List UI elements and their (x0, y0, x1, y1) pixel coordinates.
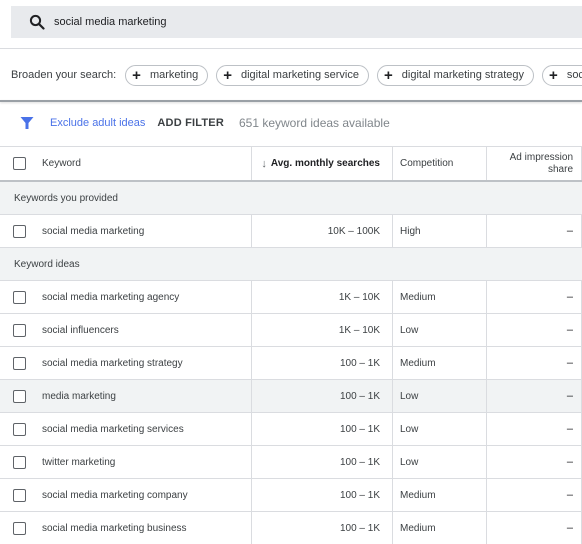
keyword-text: social media marketing strategy (42, 357, 183, 369)
filter-bar: Exclude adult ideas ADD FILTER 651 keywo… (20, 114, 390, 132)
avg-monthly-searches: 100 – 1K (252, 479, 393, 511)
avg-monthly-searches: 1K – 10K (252, 314, 393, 346)
avg-monthly-searches: 100 – 1K (252, 413, 393, 445)
competition: High (393, 215, 487, 247)
competition: Medium (393, 281, 487, 313)
ad-impression-share: – (566, 423, 573, 435)
ad-impression-share: – (566, 357, 573, 369)
keyword-table: Keyword ↓ Avg. monthly searches Competit… (0, 146, 582, 544)
competition: Low (393, 380, 487, 412)
search-icon (29, 14, 45, 30)
select-all-checkbox[interactable] (13, 157, 26, 170)
ad-impression-share: – (566, 324, 573, 336)
column-header-ad-impression-share[interactable]: Ad impression share (487, 147, 582, 180)
keyword-text: social media marketing business (42, 522, 187, 534)
column-label: Competition (400, 158, 454, 169)
avg-monthly-searches: 100 – 1K (252, 446, 393, 478)
group-header: Keyword ideas (0, 248, 582, 281)
avg-monthly-searches: 100 – 1K (252, 347, 393, 379)
broaden-chip[interactable]: + marketing (125, 64, 209, 86)
broaden-chip[interactable]: + social ma (542, 64, 582, 86)
ad-impression-share: – (566, 291, 573, 303)
avg-monthly-searches: 100 – 1K (252, 512, 393, 544)
keyword-ideas-count: 651 keyword ideas available (238, 116, 390, 130)
ad-impression-share: – (566, 225, 573, 237)
column-header-avg-monthly-searches[interactable]: ↓ Avg. monthly searches (252, 147, 393, 180)
chip-label: marketing (149, 69, 199, 81)
filter-icon[interactable] (20, 116, 34, 130)
table-header: Keyword ↓ Avg. monthly searches Competit… (0, 146, 582, 182)
plus-icon: + (384, 66, 393, 84)
competition: Medium (393, 512, 487, 544)
competition: Medium (393, 479, 487, 511)
ad-impression-share: – (566, 489, 573, 501)
keyword-text: social media marketing company (42, 489, 188, 501)
sort-down-icon: ↓ (261, 157, 267, 170)
competition: Low (393, 413, 487, 445)
column-header-keyword[interactable]: Keyword (0, 147, 252, 180)
search-input[interactable] (54, 16, 534, 28)
keyword-text: social media marketing services (42, 423, 184, 435)
divider (0, 48, 582, 49)
row-checkbox[interactable] (13, 488, 26, 502)
competition: Medium (393, 347, 487, 379)
keyword-text: social media marketing (42, 225, 145, 237)
avg-monthly-searches: 10K – 100K (252, 215, 393, 247)
table-row[interactable]: twitter marketing 100 – 1K Low – (0, 446, 582, 479)
chip-label: digital marketing strategy (401, 69, 525, 81)
row-checkbox[interactable] (13, 224, 26, 238)
table-row[interactable]: social media marketing strategy 100 – 1K… (0, 347, 582, 380)
keyword-text: twitter marketing (42, 456, 116, 468)
divider (0, 100, 582, 102)
column-header-competition[interactable]: Competition (393, 147, 487, 180)
table-row[interactable]: social influencers 1K – 10K Low – (0, 314, 582, 347)
avg-monthly-searches: 100 – 1K (252, 380, 393, 412)
keyword-text: media marketing (42, 390, 116, 402)
search-bar[interactable] (11, 6, 582, 38)
ad-impression-share: – (566, 522, 573, 534)
table-row[interactable]: social media marketing company 100 – 1K … (0, 479, 582, 512)
column-label: Keyword (42, 158, 81, 169)
row-checkbox[interactable] (13, 389, 26, 403)
chip-label: digital marketing service (241, 69, 359, 81)
row-checkbox[interactable] (13, 422, 26, 436)
competition: Low (393, 446, 487, 478)
broaden-search-bar: Broaden your search: + marketing + digital… (11, 64, 582, 86)
plus-icon: + (223, 66, 232, 84)
table-row[interactable]: media marketing 100 – 1K Low – (0, 380, 582, 413)
chip-label: social ma (566, 69, 582, 81)
exclude-adult-ideas-filter[interactable]: Exclude adult ideas (50, 117, 145, 129)
table-row[interactable]: social media marketing 10K – 100K High – (0, 215, 582, 248)
row-checkbox[interactable] (13, 290, 26, 304)
broaden-chip[interactable]: + digital marketing strategy (377, 64, 535, 86)
add-filter-button[interactable]: ADD FILTER (157, 117, 224, 129)
broaden-label: Broaden your search: (11, 69, 117, 81)
row-checkbox[interactable] (13, 521, 26, 535)
table-row[interactable]: social media marketing business 100 – 1K… (0, 512, 582, 544)
keyword-text: social media marketing agency (42, 291, 180, 303)
plus-icon: + (132, 66, 141, 84)
table-row[interactable]: social media marketing services 100 – 1K… (0, 413, 582, 446)
plus-icon: + (549, 66, 558, 84)
keyword-text: social influencers (42, 324, 119, 336)
row-checkbox[interactable] (13, 323, 26, 337)
table-row[interactable]: social media marketing agency 1K – 10K M… (0, 281, 582, 314)
competition: Low (393, 314, 487, 346)
ad-impression-share: – (566, 390, 573, 402)
ad-impression-share: – (566, 456, 573, 468)
avg-monthly-searches: 1K – 10K (252, 281, 393, 313)
row-checkbox[interactable] (13, 356, 26, 370)
column-label: Avg. monthly searches (270, 158, 380, 169)
column-label: Ad impression share (509, 151, 573, 175)
group-header: Keywords you provided (0, 182, 582, 215)
row-checkbox[interactable] (13, 455, 26, 469)
broaden-chip[interactable]: + digital marketing service (216, 64, 369, 86)
